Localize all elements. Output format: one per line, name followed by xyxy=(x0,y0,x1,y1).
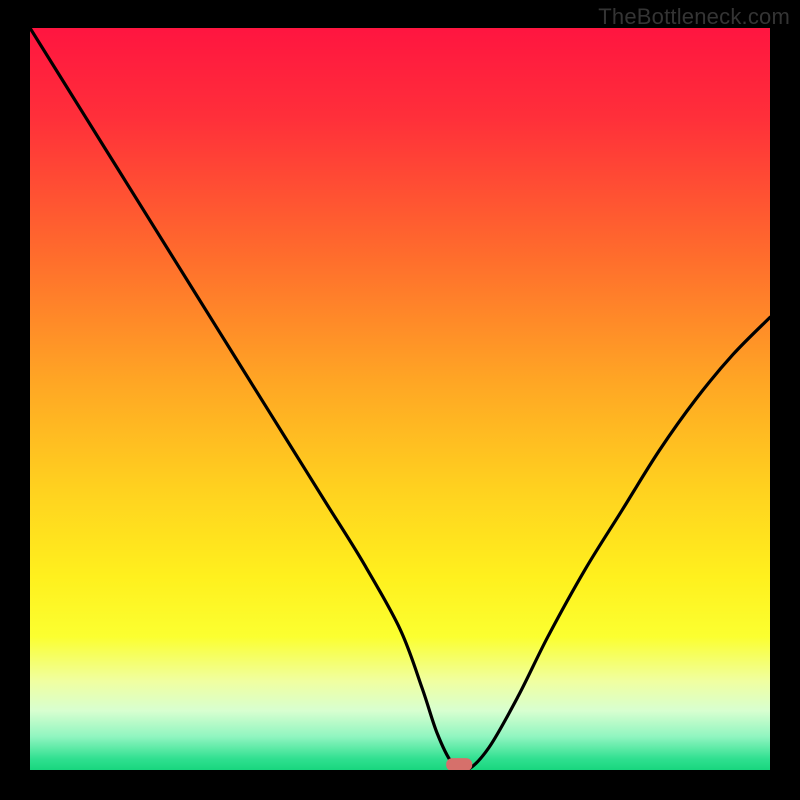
plot-area xyxy=(30,28,770,770)
optimum-marker xyxy=(446,758,472,770)
gradient-background xyxy=(30,28,770,770)
watermark-text: TheBottleneck.com xyxy=(598,4,790,30)
chart-container: TheBottleneck.com xyxy=(0,0,800,800)
bottleneck-chart xyxy=(30,28,770,770)
